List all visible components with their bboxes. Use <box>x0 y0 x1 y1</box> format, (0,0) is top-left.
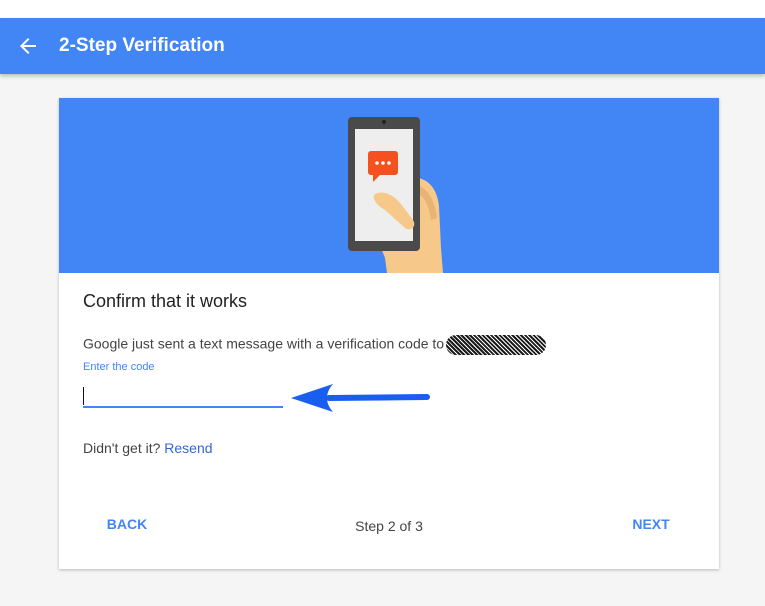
next-button[interactable]: NEXT <box>621 516 681 536</box>
code-field-label: Enter the code <box>83 361 155 373</box>
arrow-left-icon <box>291 384 430 412</box>
resend-row: Didn't get it? Resend <box>83 440 213 456</box>
verification-card: Confirm that it works Google just sent a… <box>59 98 719 569</box>
hero-banner <box>59 98 719 273</box>
arrow-back-icon[interactable] <box>16 34 40 58</box>
card-title: Confirm that it works <box>83 291 248 311</box>
verification-code-input[interactable] <box>83 384 283 408</box>
phone-in-hand-with-message-icon <box>348 117 443 273</box>
back-button[interactable]: BACK <box>97 516 157 536</box>
app-bar: 2-Step Verification <box>0 18 765 74</box>
page-title: 2-Step Verification <box>59 35 225 56</box>
resend-prompt: Didn't get it? <box>83 440 161 456</box>
verification-description: Google just sent a text message with a v… <box>83 335 547 355</box>
redacted-phone-number <box>446 335 547 355</box>
resend-link[interactable]: Resend <box>164 440 212 456</box>
step-indicator: Step 2 of 3 <box>355 518 423 534</box>
description-text: Google just sent a text message with a v… <box>83 335 445 352</box>
text-caret <box>83 387 84 405</box>
